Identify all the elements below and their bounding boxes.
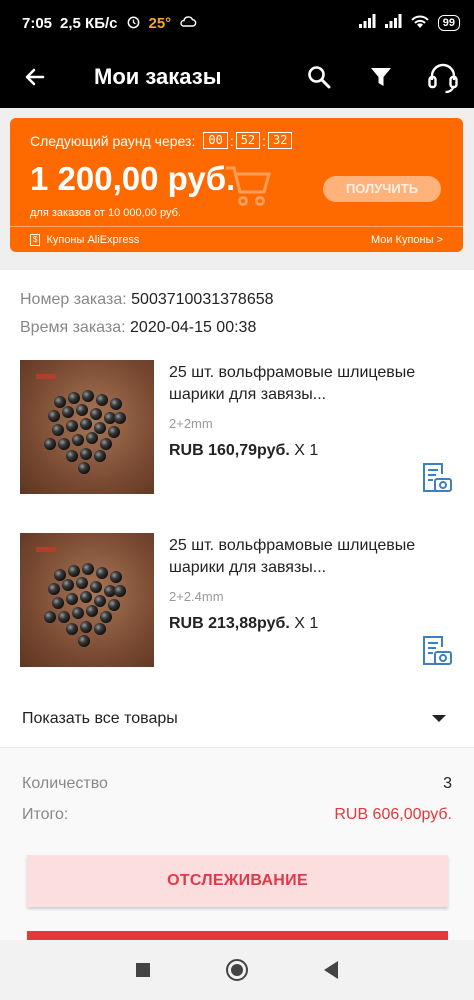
product-quantity: X 1 [294, 442, 319, 459]
signal-icon [384, 14, 402, 32]
get-coupon-button[interactable]: ПОЛУЧИТЬ [323, 176, 441, 202]
timer-separator: : [262, 132, 267, 149]
countdown: Следующий раунд через: 00 : 52 : 32 [30, 132, 294, 149]
my-coupons-link[interactable]: Мои Купоны > [371, 234, 443, 246]
total-value: RUB 606,00руб. [334, 806, 452, 823]
product-name[interactable]: 25 шт. вольфрамовые шлицевые шарики для … [169, 362, 459, 406]
product-name[interactable]: 25 шт. вольфрамовые шлицевые шарики для … [169, 535, 459, 579]
status-time: 7:05 [22, 14, 53, 32]
order-photo-icon[interactable] [419, 460, 453, 499]
timer-label: Следующий раунд через: [30, 132, 196, 149]
order-number: 5003710031378658 [131, 291, 274, 308]
order-time: 2020-04-15 00:38 [130, 319, 257, 336]
timer-minutes: 52 [235, 132, 261, 149]
order-totals: Количество 3 Итого: RUB 606,00руб. [0, 748, 474, 840]
product-variant: 2+2mm [169, 416, 213, 431]
wifi-icon [410, 14, 430, 33]
coupon-footer: $ Купоны AliExpress Мои Купоны > [10, 226, 463, 252]
coupon-condition: для заказов от 10 000,00 руб. [30, 207, 181, 219]
alarm-icon [126, 14, 141, 33]
quantity-label: Количество [22, 775, 108, 792]
battery-icon: 99 [437, 15, 460, 31]
promo-section: Следующий раунд через: 00 : 52 : 32 1 20… [0, 108, 474, 270]
home-icon[interactable] [226, 959, 248, 981]
product-price: RUB 160,79руб. [169, 442, 290, 459]
total-row: Итого: RUB 606,00руб. [22, 803, 452, 827]
product-quantity: X 1 [294, 615, 319, 632]
product-image[interactable] [20, 360, 154, 494]
product-item[interactable]: 25 шт. вольфрамовые шлицевые шарики для … [0, 360, 474, 500]
filter-icon[interactable] [350, 46, 412, 108]
product-image[interactable] [20, 533, 154, 667]
timer-separator: : [229, 132, 234, 149]
track-button[interactable]: ОТСЛЕЖИВАНИЕ [27, 855, 448, 907]
coupon-ticket-icon: $ [30, 233, 41, 246]
order-number-row: Номер заказа: 5003710031378658 [20, 288, 274, 316]
coupon-amount: 1 200,00 руб. [30, 160, 236, 197]
order-time-row: Время заказа: 2020-04-15 00:38 [20, 316, 274, 344]
product-item[interactable]: 25 шт. вольфрамовые шлицевые шарики для … [0, 533, 474, 673]
order-info: Номер заказа: 5003710031378658 Время зак… [20, 288, 274, 344]
timer-seconds: 32 [268, 132, 293, 149]
quantity-value: 3 [443, 775, 452, 792]
quantity-row: Количество 3 [22, 772, 452, 796]
cloud-icon [179, 15, 197, 32]
status-bar: 7:05 2,5 КБ/с 25° 99 [0, 0, 474, 46]
show-all-products[interactable]: Показать все товары [0, 690, 474, 748]
chevron-down-icon [432, 715, 446, 722]
system-nav-bar [0, 940, 474, 1000]
show-all-label: Показать все товары [22, 709, 178, 727]
temperature: 25° [148, 14, 172, 32]
app-bar: Мои заказы [0, 46, 474, 108]
coupons-label: Купоны AliExpress [46, 233, 140, 246]
timer-hours: 00 [203, 132, 228, 149]
order-photo-icon[interactable] [419, 633, 453, 672]
search-icon[interactable] [288, 46, 350, 108]
product-price-row: RUB 213,88руб. X 1 [169, 615, 318, 633]
actions: ОТСЛЕЖИВАНИЕ [0, 840, 474, 943]
total-label: Итого: [22, 806, 69, 823]
order-time-label: Время заказа: [20, 319, 126, 336]
order-number-label: Номер заказа: [20, 291, 127, 308]
back-arrow-icon[interactable] [0, 46, 70, 108]
back-icon[interactable] [324, 961, 338, 979]
product-price-row: RUB 160,79руб. X 1 [169, 442, 318, 460]
headset-icon[interactable] [412, 46, 474, 108]
recents-icon[interactable] [136, 963, 150, 977]
page-title: Мои заказы [94, 64, 222, 89]
product-variant: 2+2.4mm [169, 589, 224, 604]
signal-icon [358, 14, 376, 32]
cart-icon [224, 164, 272, 213]
network-speed: 2,5 КБ/с [60, 14, 118, 32]
coupon-banner[interactable]: Следующий раунд через: 00 : 52 : 32 1 20… [10, 118, 463, 252]
product-price: RUB 213,88руб. [169, 615, 290, 632]
